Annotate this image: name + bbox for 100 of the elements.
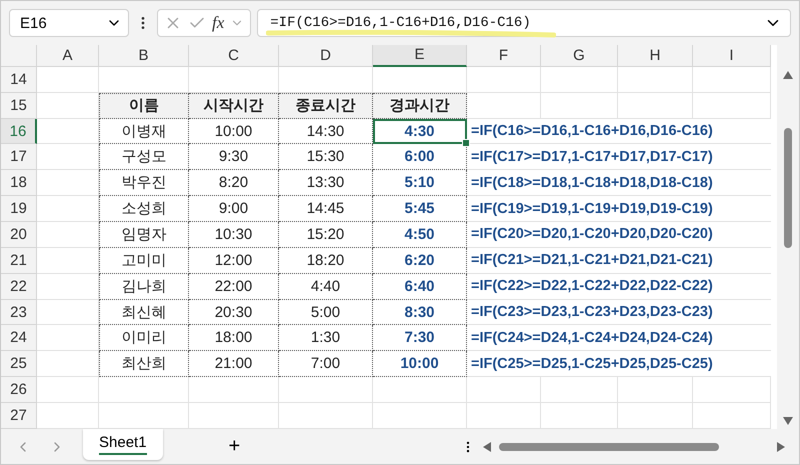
formula-text: =IF(C25>=D25,1-C25+D25,D25-C25): [467, 351, 771, 378]
row-header[interactable]: 21: [1, 248, 37, 274]
formula-text: =IF(C21>=D21,1-C21+D21,D21-C21): [467, 248, 771, 274]
table-cell: 박우진: [99, 170, 189, 196]
table-cell[interactable]: 4:30: [373, 118, 467, 144]
table-cell: 14:45: [279, 196, 373, 222]
grid-cell[interactable]: [279, 377, 373, 404]
row-header[interactable]: 27: [1, 403, 37, 429]
column-header[interactable]: A: [37, 45, 99, 67]
table-cell: 14:30: [279, 118, 373, 144]
table-cell[interactable]: 6:40: [373, 274, 467, 300]
grid-cell[interactable]: [541, 92, 618, 119]
scroll-up-icon[interactable]: [783, 71, 793, 79]
table-cell[interactable]: 6:00: [373, 144, 467, 170]
grid-cell[interactable]: [693, 377, 771, 404]
table-cell: 22:00: [189, 274, 279, 300]
grid-cell[interactable]: [467, 92, 541, 119]
select-all-corner[interactable]: [1, 45, 37, 67]
grid-cell[interactable]: [467, 377, 541, 404]
table-cell[interactable]: 7:30: [373, 325, 467, 352]
table-cell: 18:00: [189, 325, 279, 352]
row-header[interactable]: 22: [1, 274, 37, 300]
formula-text: =IF(C19>=D19,1-C19+D19,D19-C19): [467, 196, 771, 222]
table-cell[interactable]: 5:45: [373, 196, 467, 222]
table-cell: 9:00: [189, 196, 279, 222]
column-header[interactable]: H: [618, 45, 693, 67]
scrollbar-thumb[interactable]: [784, 128, 792, 248]
name-box[interactable]: E16: [9, 9, 129, 37]
table-cell: 5:00: [279, 300, 373, 326]
grid-cell[interactable]: [541, 377, 618, 404]
column-header[interactable]: E: [373, 45, 467, 67]
formula-text: =IF(C24>=D24,1-C24+D24,D24-C24): [467, 325, 771, 352]
grid-cell[interactable]: [618, 377, 693, 404]
grid-cell[interactable]: [541, 66, 618, 93]
table-cell: 10:30: [189, 222, 279, 248]
column-header[interactable]: G: [541, 45, 618, 67]
column-header[interactable]: C: [189, 45, 279, 67]
scroll-down-icon[interactable]: [783, 417, 793, 425]
formula-field[interactable]: =IF(C16>=D16,1-C16+D16,D16-C16): [257, 9, 791, 37]
fill-handle[interactable]: [462, 139, 470, 148]
column-header[interactable]: I: [693, 45, 771, 67]
column-header[interactable]: B: [99, 45, 189, 67]
table-header: 종료시간: [279, 92, 373, 119]
formula-text: =IF(C18>=D18,1-C18+D18,D18-C18): [467, 170, 771, 196]
row-header[interactable]: 20: [1, 222, 37, 248]
table-cell: 9:30: [189, 144, 279, 170]
table-cell[interactable]: 4:50: [373, 222, 467, 248]
grid-cell[interactable]: [373, 377, 467, 404]
grid-cell[interactable]: [618, 92, 693, 119]
table-cell: 이미리: [99, 325, 189, 352]
row-header[interactable]: 18: [1, 170, 37, 196]
column-header[interactable]: D: [279, 45, 373, 67]
formula-text: =IF(C23>=D23,1-C23+D23,D23-C23): [467, 300, 771, 326]
table-cell[interactable]: 8:30: [373, 300, 467, 326]
table-cell: 10:00: [189, 118, 279, 144]
row-header[interactable]: 15: [1, 92, 37, 119]
table-header: 시작시간: [189, 92, 279, 119]
formula-text: =IF(C22>=D22,1-C22+D22,D22-C22): [467, 274, 771, 300]
table-cell: 소성희: [99, 196, 189, 222]
add-sheet-button[interactable]: +: [220, 435, 248, 458]
table-cell[interactable]: 6:20: [373, 248, 467, 274]
scroll-right-icon[interactable]: [777, 442, 785, 452]
grid-cell[interactable]: [618, 66, 693, 93]
table-cell: 1:30: [279, 325, 373, 352]
table-cell: 8:20: [189, 170, 279, 196]
row-header[interactable]: 23: [1, 300, 37, 326]
row-header[interactable]: 14: [1, 66, 37, 93]
table-cell: 12:00: [189, 248, 279, 274]
row-header[interactable]: 25: [1, 351, 37, 378]
table-cell: 임명자: [99, 222, 189, 248]
row-header[interactable]: 17: [1, 144, 37, 170]
row-header[interactable]: 26: [1, 377, 37, 404]
scroll-left-icon[interactable]: [483, 442, 491, 452]
table-cell[interactable]: 10:00: [373, 351, 467, 378]
table-cell: 고미미: [99, 248, 189, 274]
sheet-tab[interactable]: Sheet1: [83, 429, 163, 460]
formula-text: =IF(C17>=D17,1-C17+D17,D17-C17): [467, 144, 771, 170]
formula-text: =IF(C20>=D20,1-C20+D20,D20-C20): [467, 222, 771, 248]
column-header[interactable]: F: [467, 45, 541, 67]
function-button[interactable]: fx: [212, 13, 224, 33]
grid-cell[interactable]: [693, 66, 771, 93]
grid-cell[interactable]: [37, 66, 99, 93]
table-cell: 15:30: [279, 144, 373, 170]
grid-cell[interactable]: [467, 66, 541, 93]
grid-cell[interactable]: [189, 377, 279, 404]
row-header[interactable]: 16: [1, 118, 37, 144]
table-cell: 최신혜: [99, 300, 189, 326]
table-cell: 15:20: [279, 222, 373, 248]
scrollbar-thumb[interactable]: [499, 442, 719, 450]
grid-cell[interactable]: [693, 92, 771, 119]
table-cell: 김나희: [99, 274, 189, 300]
table-cell[interactable]: 5:10: [373, 170, 467, 196]
table-cell: 20:30: [189, 300, 279, 326]
row-header[interactable]: 24: [1, 325, 37, 352]
table-header: 경과시간: [373, 92, 467, 119]
grid-cell[interactable]: [99, 377, 189, 404]
grid-cell[interactable]: [37, 377, 99, 404]
table-cell: 4:40: [279, 274, 373, 300]
table-header: 이름: [99, 92, 189, 119]
row-header[interactable]: 19: [1, 196, 37, 222]
